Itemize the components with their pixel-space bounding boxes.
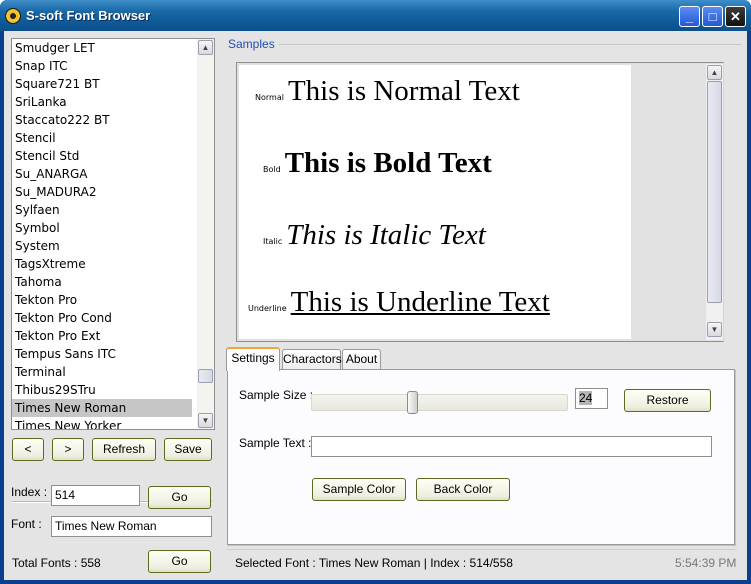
tab-settings[interactable]: Settings <box>226 347 280 371</box>
sample-preview: Normal This is Normal Text Bold This is … <box>236 62 724 342</box>
refresh-button[interactable]: Refresh <box>92 438 156 461</box>
font-list-item[interactable]: Tekton Pro Cond <box>12 309 192 327</box>
settings-panel: Sample Size : 24 Restore Sample Text : S… <box>227 369 735 545</box>
chevron-up-icon: ▲ <box>201 43 210 52</box>
font-list-item[interactable]: Smudger LET <box>12 39 192 57</box>
font-list-item[interactable]: Stencil Std <box>12 147 192 165</box>
slider-thumb[interactable] <box>407 391 418 414</box>
font-list-item[interactable]: System <box>12 237 192 255</box>
chevron-down-icon: ▼ <box>710 325 719 334</box>
sample-size-label: Sample Size : <box>239 388 314 402</box>
prev-button[interactable]: < <box>12 438 44 461</box>
font-list-item[interactable]: SriLanka <box>12 93 192 111</box>
chevron-down-icon: ▼ <box>201 416 210 425</box>
tab-charactors[interactable]: Charactors <box>282 349 342 370</box>
index-input[interactable]: 514 <box>51 485 140 506</box>
maximize-button[interactable]: □ <box>702 6 723 27</box>
font-input[interactable]: Times New Roman <box>51 516 212 537</box>
minimize-button[interactable]: _ <box>679 6 700 27</box>
maximize-icon: □ <box>708 9 717 24</box>
scroll-down-button[interactable]: ▼ <box>198 413 213 428</box>
font-listbox[interactable]: Smudger LET Snap ITC Square721 BT SriLanka S… <box>11 38 215 430</box>
sample-text: This is Italic Text <box>286 219 486 251</box>
radiation-icon <box>5 8 21 24</box>
sample-row-normal: Normal This is Normal Text <box>255 75 520 108</box>
preview-scrollbar[interactable]: ▲ ▼ <box>706 64 723 340</box>
title-bar[interactable]: S-soft Font Browser _ □ ✕ <box>0 0 751 31</box>
sample-size-slider[interactable] <box>311 391 568 414</box>
font-list-item[interactable]: Su_MADURA2 <box>12 183 192 201</box>
next-button[interactable]: > <box>52 438 84 461</box>
minimize-icon: _ <box>685 9 694 24</box>
font-list-item[interactable]: Stencil <box>12 129 192 147</box>
scroll-up-button[interactable]: ▲ <box>198 40 213 55</box>
font-list-item[interactable]: Staccato222 BT <box>12 111 192 129</box>
preview-scroll-up[interactable]: ▲ <box>707 65 722 80</box>
total-fonts-label: Total Fonts : 558 <box>12 556 101 570</box>
font-list-item[interactable]: Su_ANARGA <box>12 165 192 183</box>
sample-size-value: 24 <box>579 391 593 405</box>
sample-canvas: Normal This is Normal Text Bold This is … <box>239 65 631 339</box>
sample-color-button[interactable]: Sample Color <box>312 478 406 501</box>
go-index-button[interactable]: Go <box>148 486 211 509</box>
close-icon: ✕ <box>730 9 741 24</box>
style-label: Normal <box>255 93 284 102</box>
sample-text: This is Underline Text <box>290 286 550 318</box>
restore-button[interactable]: Restore <box>624 389 711 412</box>
app-window: S-soft Font Browser _ □ ✕ Smudger LET Sna… <box>0 0 751 584</box>
sample-row-italic: Italic This is Italic Text <box>263 219 486 252</box>
back-color-button[interactable]: Back Color <box>416 478 510 501</box>
go-font-button[interactable]: Go <box>148 550 211 573</box>
font-list-item[interactable]: TagsXtreme <box>12 255 192 273</box>
chevron-up-icon: ▲ <box>710 68 719 77</box>
font-list-item[interactable]: Snap ITC <box>12 57 192 75</box>
font-list-item[interactable]: Tempus Sans ITC <box>12 345 192 363</box>
scroll-thumb[interactable] <box>198 369 213 383</box>
list-scrollbar[interactable]: ▲ ▼ <box>197 39 214 429</box>
font-list-item[interactable]: Times New Roman <box>12 399 192 417</box>
samples-group-label: Samples <box>228 37 275 51</box>
style-label: Bold <box>263 165 281 174</box>
font-list-item[interactable]: Terminal <box>12 363 192 381</box>
font-list-item[interactable]: Tekton Pro Ext <box>12 327 192 345</box>
status-selected-font: Selected Font : Times New Roman | Index … <box>235 556 513 570</box>
save-button[interactable]: Save <box>164 438 212 461</box>
sample-text: This is Normal Text <box>287 75 520 107</box>
sample-row-underline: Underline This is Underline Text <box>248 286 550 319</box>
client-area: Smudger LET Snap ITC Square721 BT SriLanka S… <box>4 31 747 580</box>
tab-about[interactable]: About <box>342 349 381 370</box>
close-button[interactable]: ✕ <box>725 6 746 27</box>
sample-text-label: Sample Text : <box>239 436 312 450</box>
font-label: Font : <box>11 517 42 531</box>
status-time: 5:54:39 PM <box>675 556 737 570</box>
status-divider <box>227 549 737 550</box>
font-list-item[interactable]: Sylfaen <box>12 201 192 219</box>
font-list-item[interactable]: Square721 BT <box>12 75 192 93</box>
style-label: Italic <box>263 237 283 246</box>
group-divider <box>279 44 741 45</box>
sample-row-bold: Bold This is Bold Text <box>263 147 492 180</box>
preview-scroll-thumb[interactable] <box>707 81 722 303</box>
font-list-item[interactable]: Tekton Pro <box>12 291 192 309</box>
font-list-item[interactable]: Thibus29STru <box>12 381 192 399</box>
sample-text: This is Bold Text <box>284 147 492 179</box>
window-title: S-soft Font Browser <box>26 8 151 23</box>
index-label: Index : <box>11 485 48 499</box>
sample-size-input[interactable]: 24 <box>575 388 608 409</box>
font-list-item[interactable]: Times New Yorker <box>12 417 192 429</box>
style-label: Underline <box>248 304 287 313</box>
font-list-item[interactable]: Symbol <box>12 219 192 237</box>
sample-text-input[interactable] <box>311 436 712 457</box>
font-list-item[interactable]: Tahoma <box>12 273 192 291</box>
preview-scroll-down[interactable]: ▼ <box>707 322 722 337</box>
